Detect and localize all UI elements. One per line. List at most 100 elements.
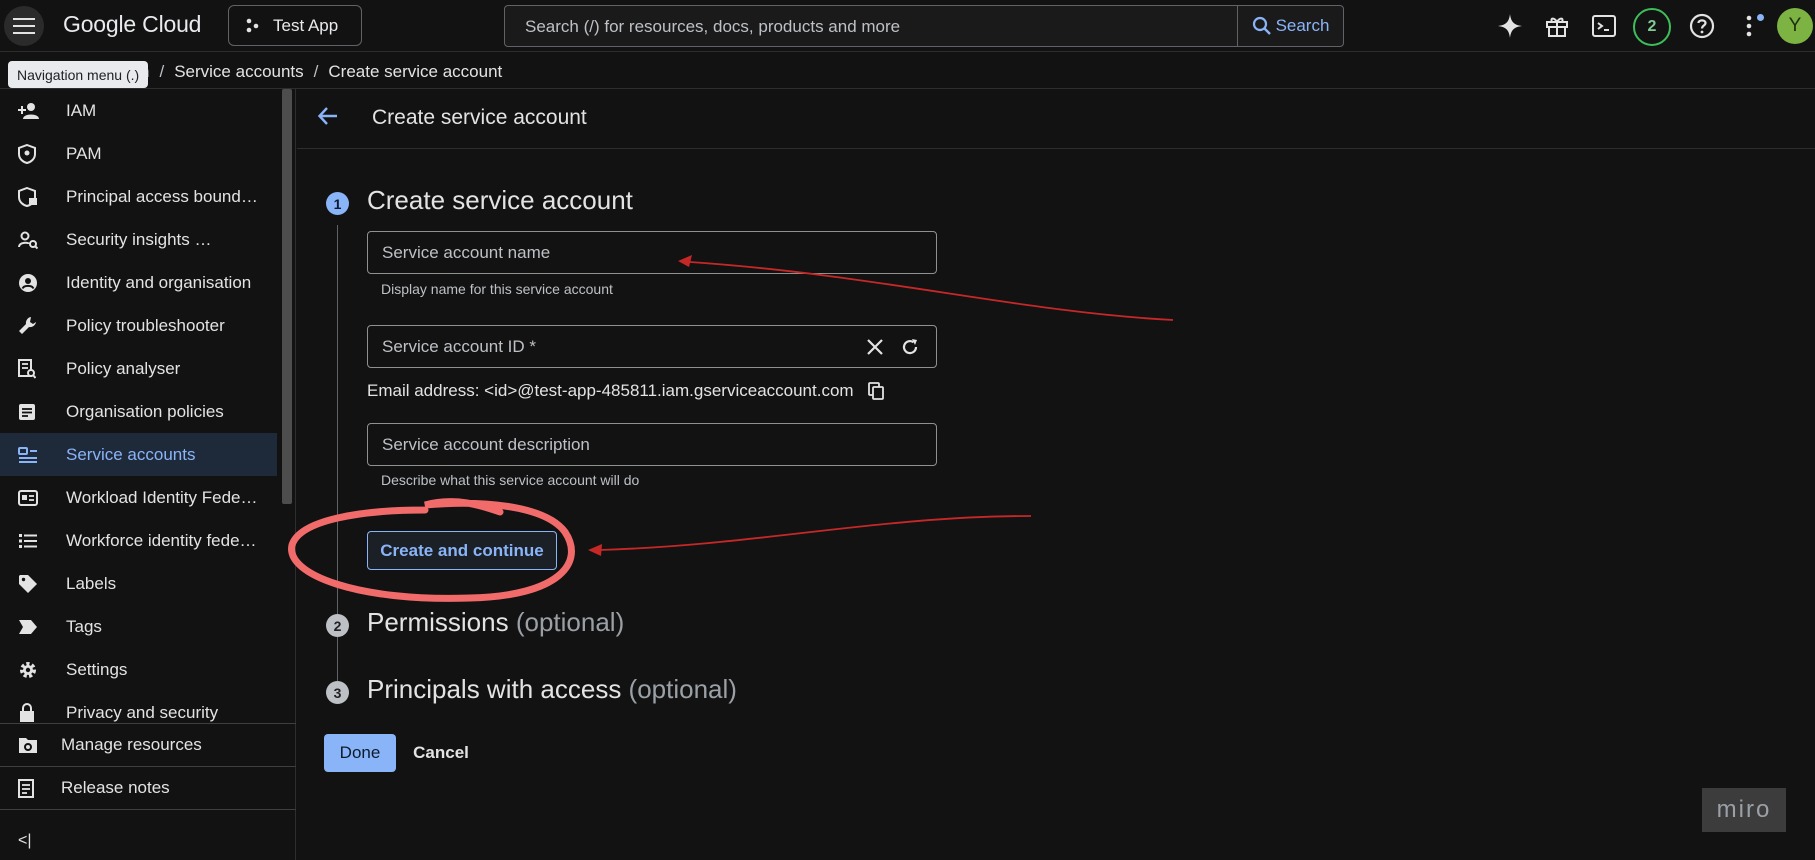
navigation-menu-button[interactable] (4, 6, 44, 46)
more-vert-icon (1746, 15, 1752, 37)
project-icon (246, 18, 259, 32)
search-bar[interactable]: Search (/) for resources, docs, products… (504, 5, 1344, 47)
service-account-id-input[interactable] (368, 326, 936, 367)
list-icon (19, 533, 37, 548)
step-3-title: Principals with access (optional) (367, 674, 737, 705)
service-account-name-input[interactable] (368, 232, 936, 273)
sidebar-item-policy-analyser[interactable]: Policy analyser (0, 347, 277, 390)
sidebar-item-iam[interactable]: IAM (0, 89, 277, 132)
sidebar-item-label: IAM (66, 100, 97, 120)
step-3-label: Principals with access (367, 674, 622, 704)
create-and-continue-button[interactable]: Create and continue (367, 531, 557, 570)
sidebar-item-organisation-policies[interactable]: Organisation policies (0, 390, 277, 433)
sidebar-item-privacy-security[interactable]: Privacy and security (0, 691, 277, 724)
list-document-icon (19, 403, 35, 420)
service-account-name-hint: Display name for this service account (381, 281, 613, 297)
miro-watermark: miro (1702, 788, 1786, 832)
help-button[interactable] (1686, 10, 1718, 42)
notifications-badge[interactable]: 2 (1633, 8, 1671, 46)
gift-button[interactable] (1541, 10, 1573, 42)
service-account-icon (18, 446, 37, 463)
update-dot (1757, 14, 1764, 21)
sidebar-item-label: Settings (66, 659, 128, 679)
navigation-menu-tooltip: Navigation menu (.) (8, 61, 149, 88)
sidebar-nav-list: IAM PAM Principal access bound… Security… (0, 89, 277, 724)
sidebar-item-identity-organisation[interactable]: Identity and organisation (0, 261, 277, 304)
search-icon (1252, 16, 1271, 35)
sidebar-item-label: Service accounts (66, 444, 196, 464)
refresh-icon (902, 339, 918, 355)
sidebar-item-workload-identity-federation[interactable]: Workload Identity Fede… (0, 476, 277, 519)
person-add-icon (18, 102, 39, 119)
help-icon (1689, 13, 1715, 39)
back-button[interactable] (317, 105, 339, 127)
gemini-sparkle-icon (1498, 14, 1522, 38)
shield-lock-icon (18, 186, 37, 207)
copy-email-button[interactable] (867, 382, 884, 400)
person-search-icon (18, 231, 38, 249)
service-account-id-field[interactable] (367, 325, 937, 368)
sidebar-item-label: Security insights … (66, 229, 212, 249)
service-account-description-hint: Describe what this service account will … (381, 472, 640, 488)
manage-resources-label: Manage resources (61, 735, 202, 754)
wrench-icon (19, 316, 36, 334)
tag-icon (19, 619, 37, 634)
step-connector (337, 647, 338, 665)
gift-icon (1546, 17, 1568, 37)
sidebar-item-service-accounts[interactable]: Service accounts (0, 433, 277, 476)
search-button-label: Search (1275, 16, 1330, 35)
step-2-indicator: 2 (326, 614, 349, 637)
id-card-icon (18, 489, 38, 506)
account-circle-icon (19, 273, 37, 292)
search-button[interactable]: Search (1237, 6, 1343, 46)
project-picker-button[interactable]: Test App (228, 5, 362, 46)
manage-resources-link[interactable]: Manage resources (0, 724, 296, 767)
sidebar-item-settings[interactable]: Settings (0, 648, 277, 691)
top-bar: Google Cloud Test App Search (/) for res… (0, 0, 1815, 52)
account-avatar[interactable]: Y (1777, 8, 1813, 44)
step-1-indicator: 1 (326, 192, 349, 215)
gear-icon (20, 661, 36, 678)
cancel-button[interactable]: Cancel (405, 734, 477, 772)
lock-icon (20, 702, 34, 722)
page-title: Create service account (372, 106, 587, 129)
sidebar-item-label: Organisation policies (66, 401, 224, 421)
google-cloud-logo[interactable]: Google Cloud (63, 11, 201, 38)
sidebar-item-policy-troubleshooter[interactable]: Policy troubleshooter (0, 304, 277, 347)
arrow-back-icon (317, 107, 337, 125)
sidebar: IAM PAM Principal access bound… Security… (0, 89, 296, 860)
step-3-indicator: 3 (326, 681, 349, 704)
cloud-shell-button[interactable] (1588, 10, 1620, 42)
collapse-sidebar-button[interactable]: <| (18, 832, 32, 850)
clear-id-button[interactable] (866, 338, 884, 356)
page-header: Create service account (297, 89, 1815, 149)
sidebar-item-workforce-identity-federation[interactable]: Workforce identity fede… (0, 519, 277, 562)
label-icon (19, 574, 37, 593)
sidebar-item-security-insights[interactable]: Security insights … (0, 218, 277, 261)
breadcrumb-item-service-accounts[interactable]: Service accounts (174, 62, 303, 82)
folder-settings-icon (19, 738, 37, 753)
sidebar-scrollbar[interactable] (282, 89, 292, 504)
sidebar-item-label: Policy troubleshooter (66, 315, 225, 335)
main-content: Create service account 1 Create service … (297, 89, 1815, 860)
service-account-description-field[interactable] (367, 423, 937, 466)
gemini-button[interactable] (1494, 10, 1526, 42)
step-1-title: Create service account (367, 185, 633, 215)
terminal-icon (1592, 15, 1616, 37)
regenerate-id-button[interactable] (900, 337, 920, 357)
sidebar-item-label: Labels (66, 573, 117, 593)
search-input[interactable]: Search (/) for resources, docs, products… (525, 17, 900, 37)
sidebar-item-label: Policy analyser (66, 358, 181, 378)
release-notes-link[interactable]: Release notes (0, 767, 296, 810)
step-2-title: Permissions (optional) (367, 607, 624, 638)
sidebar-item-tags[interactable]: Tags (0, 605, 277, 648)
sidebar-item-labels[interactable]: Labels (0, 562, 277, 605)
step-2-optional: (optional) (515, 607, 625, 637)
service-account-description-input[interactable] (368, 424, 936, 465)
email-address-line: Email address: <id>@test-app-485811.iam.… (367, 381, 884, 401)
sidebar-item-pam[interactable]: PAM (0, 132, 277, 175)
done-button[interactable]: Done (324, 734, 396, 772)
sidebar-item-label: Identity and organisation (66, 272, 252, 292)
service-account-name-field[interactable] (367, 231, 937, 274)
sidebar-item-principal-access-boundary[interactable]: Principal access bound… (0, 175, 277, 218)
